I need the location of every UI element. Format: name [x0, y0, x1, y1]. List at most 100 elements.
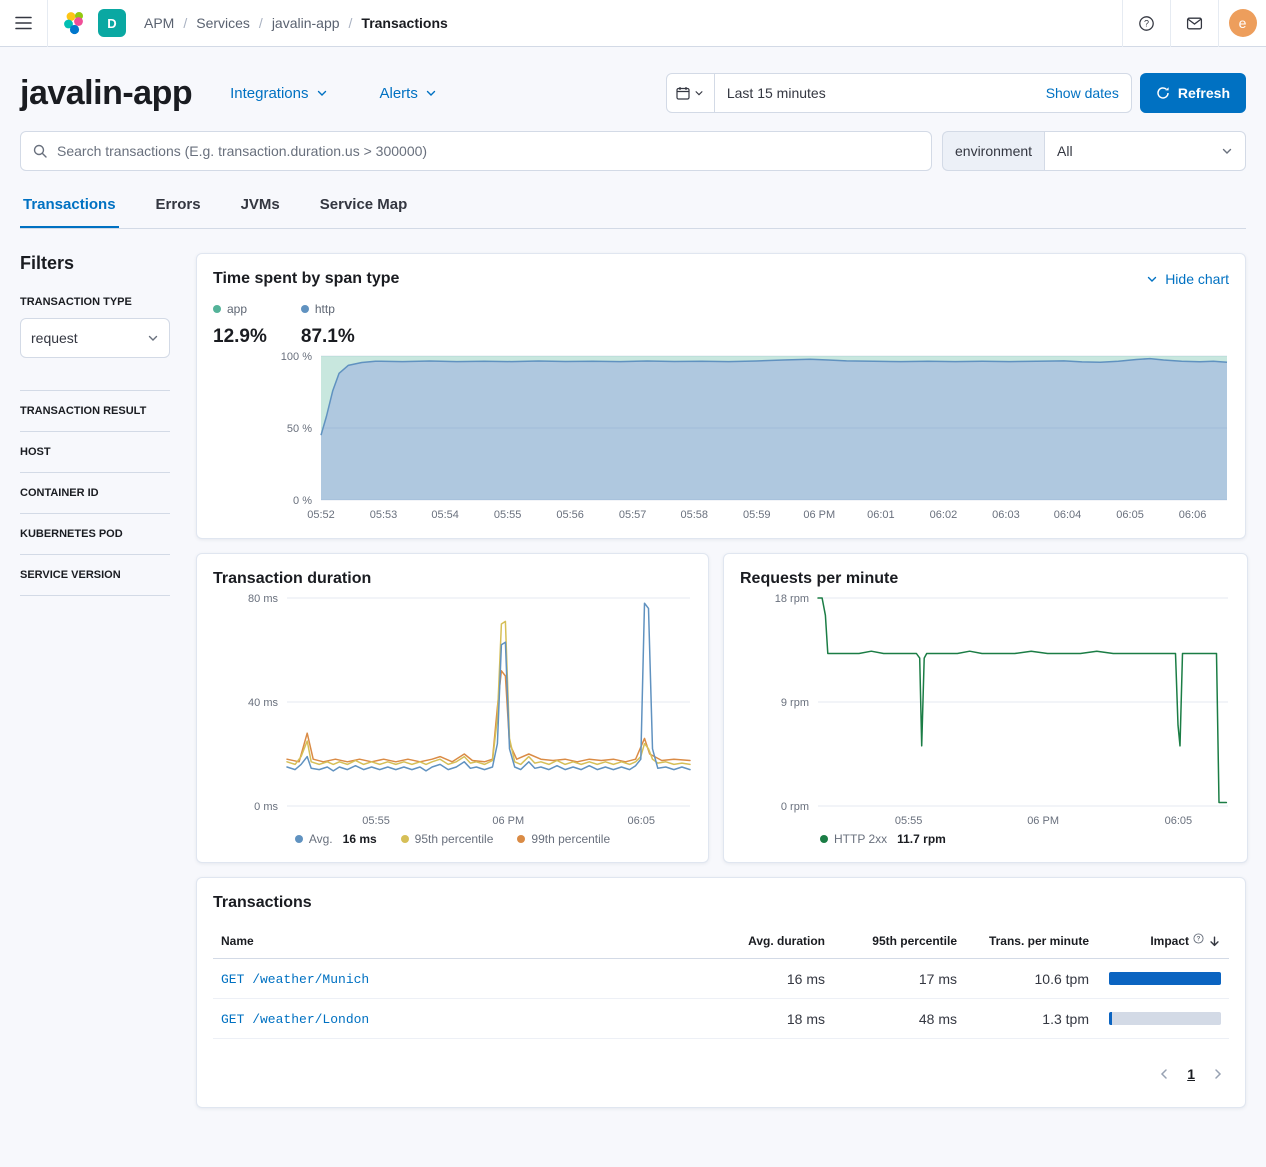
filters-title: Filters [20, 253, 170, 274]
filter-container-id[interactable]: CONTAINER ID [20, 472, 170, 513]
page-1-button[interactable]: 1 [1177, 1064, 1205, 1084]
transaction-link-london[interactable]: GET /weather/London [221, 1012, 369, 1027]
svg-text:06 PM: 06 PM [1027, 815, 1059, 827]
avg-duration-cell: 18 ms [701, 999, 833, 1039]
filter-service-version[interactable]: SERVICE VERSION [20, 554, 170, 595]
prev-page-button[interactable] [1153, 1063, 1175, 1085]
filter-kubernetes-pod[interactable]: KUBERNETES POD [20, 513, 170, 554]
legend-avg[interactable]: Avg. 16 ms [295, 832, 377, 846]
p99-series-dot [517, 835, 525, 843]
legend-99th[interactable]: 99th percentile [517, 832, 610, 846]
svg-text:100 %: 100 % [281, 351, 312, 363]
svg-text:0 %: 0 % [293, 495, 312, 507]
breadcrumb-current: Transactions [361, 15, 447, 31]
hide-chart-button[interactable]: Hide chart [1146, 271, 1229, 287]
deployment-icon[interactable]: D [98, 9, 126, 37]
mail-icon [1186, 15, 1203, 32]
transaction-type-select[interactable]: request [20, 318, 170, 358]
svg-text:?: ? [1144, 18, 1149, 28]
search-transactions-input[interactable] [20, 131, 932, 171]
app-percentage: 12.9% [213, 326, 267, 348]
transaction-duration-chart[interactable]: 0 ms40 ms80 ms05:5506 PM06:05 [213, 588, 694, 828]
refresh-label: Refresh [1178, 85, 1230, 101]
span-type-chart[interactable]: 0 %50 %100 %05:5205:5305:5405:5505:5605:… [213, 348, 1229, 522]
hide-chart-label: Hide chart [1165, 271, 1229, 287]
col-95th-percentile[interactable]: 95th percentile [833, 924, 965, 959]
legend-95th[interactable]: 95th percentile [401, 832, 494, 846]
breadcrumb-apm[interactable]: APM [144, 15, 174, 31]
environment-select[interactable]: All [1044, 131, 1246, 171]
col-impact[interactable]: Impact ? [1097, 924, 1229, 959]
chevron-right-icon [1211, 1067, 1225, 1081]
svg-text:05:55: 05:55 [494, 509, 522, 521]
table-row: GET /weather/Munich 16 ms 17 ms 10.6 tpm [213, 959, 1229, 999]
http2xx-label: HTTP 2xx [834, 832, 887, 846]
transaction-duration-card: Transaction duration 0 ms40 ms80 ms05:55… [196, 553, 709, 863]
next-page-button[interactable] [1207, 1063, 1229, 1085]
chevron-down-icon [147, 332, 159, 344]
content: Filters TRANSACTION TYPE request TRANSAC… [0, 229, 1266, 1120]
svg-text:06:05: 06:05 [1116, 509, 1144, 521]
deployment-initial: D [107, 16, 116, 31]
svg-text:05:58: 05:58 [681, 509, 709, 521]
filter-host[interactable]: HOST [20, 431, 170, 472]
requests-per-minute-chart[interactable]: 0 rpm9 rpm18 rpm05:5506 PM06:05 [740, 588, 1231, 828]
integrations-menu[interactable]: Integrations [230, 85, 327, 102]
breadcrumb-separator [259, 15, 263, 31]
transaction-duration-title: Transaction duration [213, 570, 692, 588]
breadcrumb-service[interactable]: javalin-app [272, 15, 340, 31]
newsfeed-button[interactable] [1170, 0, 1218, 47]
breadcrumb-services[interactable]: Services [196, 15, 250, 31]
col-avg-duration[interactable]: Avg. duration [701, 924, 833, 959]
legend-http-2xx[interactable]: HTTP 2xx 11.7 rpm [820, 832, 946, 846]
alerts-menu[interactable]: Alerts [380, 85, 437, 102]
span-type-title: Time spent by span type [213, 270, 399, 288]
time-range-button[interactable]: Last 15 minutes [715, 85, 1046, 101]
legend-http[interactable]: http 87.1% [301, 302, 355, 348]
col-name[interactable]: Name [213, 924, 701, 959]
avg-label: Avg. [309, 832, 333, 846]
global-header: D APM Services javalin-app Transactions … [0, 0, 1266, 47]
user-avatar[interactable]: e [1229, 9, 1257, 37]
breadcrumb-separator [349, 15, 353, 31]
header-actions: ? e [1122, 0, 1266, 47]
tab-errors[interactable]: Errors [153, 181, 204, 228]
environment-filter: environment All [942, 131, 1246, 171]
svg-text:05:56: 05:56 [556, 509, 584, 521]
http2xx-series-dot [820, 835, 828, 843]
calendar-icon [676, 86, 690, 100]
chevron-down-icon [316, 87, 328, 99]
svg-text:40 ms: 40 ms [248, 697, 278, 709]
breadcrumb: APM Services javalin-app Transactions [144, 15, 448, 31]
avg-duration-cell: 16 ms [701, 959, 833, 999]
http-percentage: 87.1% [301, 326, 355, 348]
transaction-link-munich[interactable]: GET /weather/Munich [221, 972, 369, 987]
tab-jvms[interactable]: JVMs [238, 181, 283, 228]
col-trans-per-minute[interactable]: Trans. per minute [965, 924, 1097, 959]
show-dates-button[interactable]: Show dates [1046, 85, 1131, 101]
tab-service-map[interactable]: Service Map [317, 181, 411, 228]
avatar-initial: e [1239, 15, 1247, 31]
svg-text:06 PM: 06 PM [492, 815, 524, 827]
search-row: environment All [0, 113, 1266, 171]
svg-text:50 %: 50 % [287, 423, 312, 435]
help-button[interactable]: ? [1122, 0, 1170, 47]
filter-transaction-result[interactable]: TRANSACTION RESULT [20, 390, 170, 431]
elastic-logo[interactable] [62, 10, 88, 36]
menu-button[interactable] [0, 0, 48, 47]
refresh-button[interactable]: Refresh [1140, 73, 1246, 113]
svg-text:05:53: 05:53 [370, 509, 398, 521]
chevron-down-icon [1221, 145, 1233, 157]
avg-value: 16 ms [343, 832, 377, 846]
p95-series-dot [401, 835, 409, 843]
svg-text:9 rpm: 9 rpm [781, 697, 809, 709]
impact-bar [1109, 972, 1221, 985]
legend-app[interactable]: app 12.9% [213, 302, 267, 348]
impact-help-icon: ? [1193, 933, 1204, 944]
requests-per-minute-card: Requests per minute 0 rpm9 rpm18 rpm05:5… [723, 553, 1248, 863]
svg-text:05:57: 05:57 [619, 509, 647, 521]
http-series-dot [301, 305, 309, 313]
svg-text:?: ? [1197, 935, 1201, 942]
tab-transactions[interactable]: Transactions [20, 181, 119, 228]
quick-select-button[interactable] [667, 74, 715, 112]
